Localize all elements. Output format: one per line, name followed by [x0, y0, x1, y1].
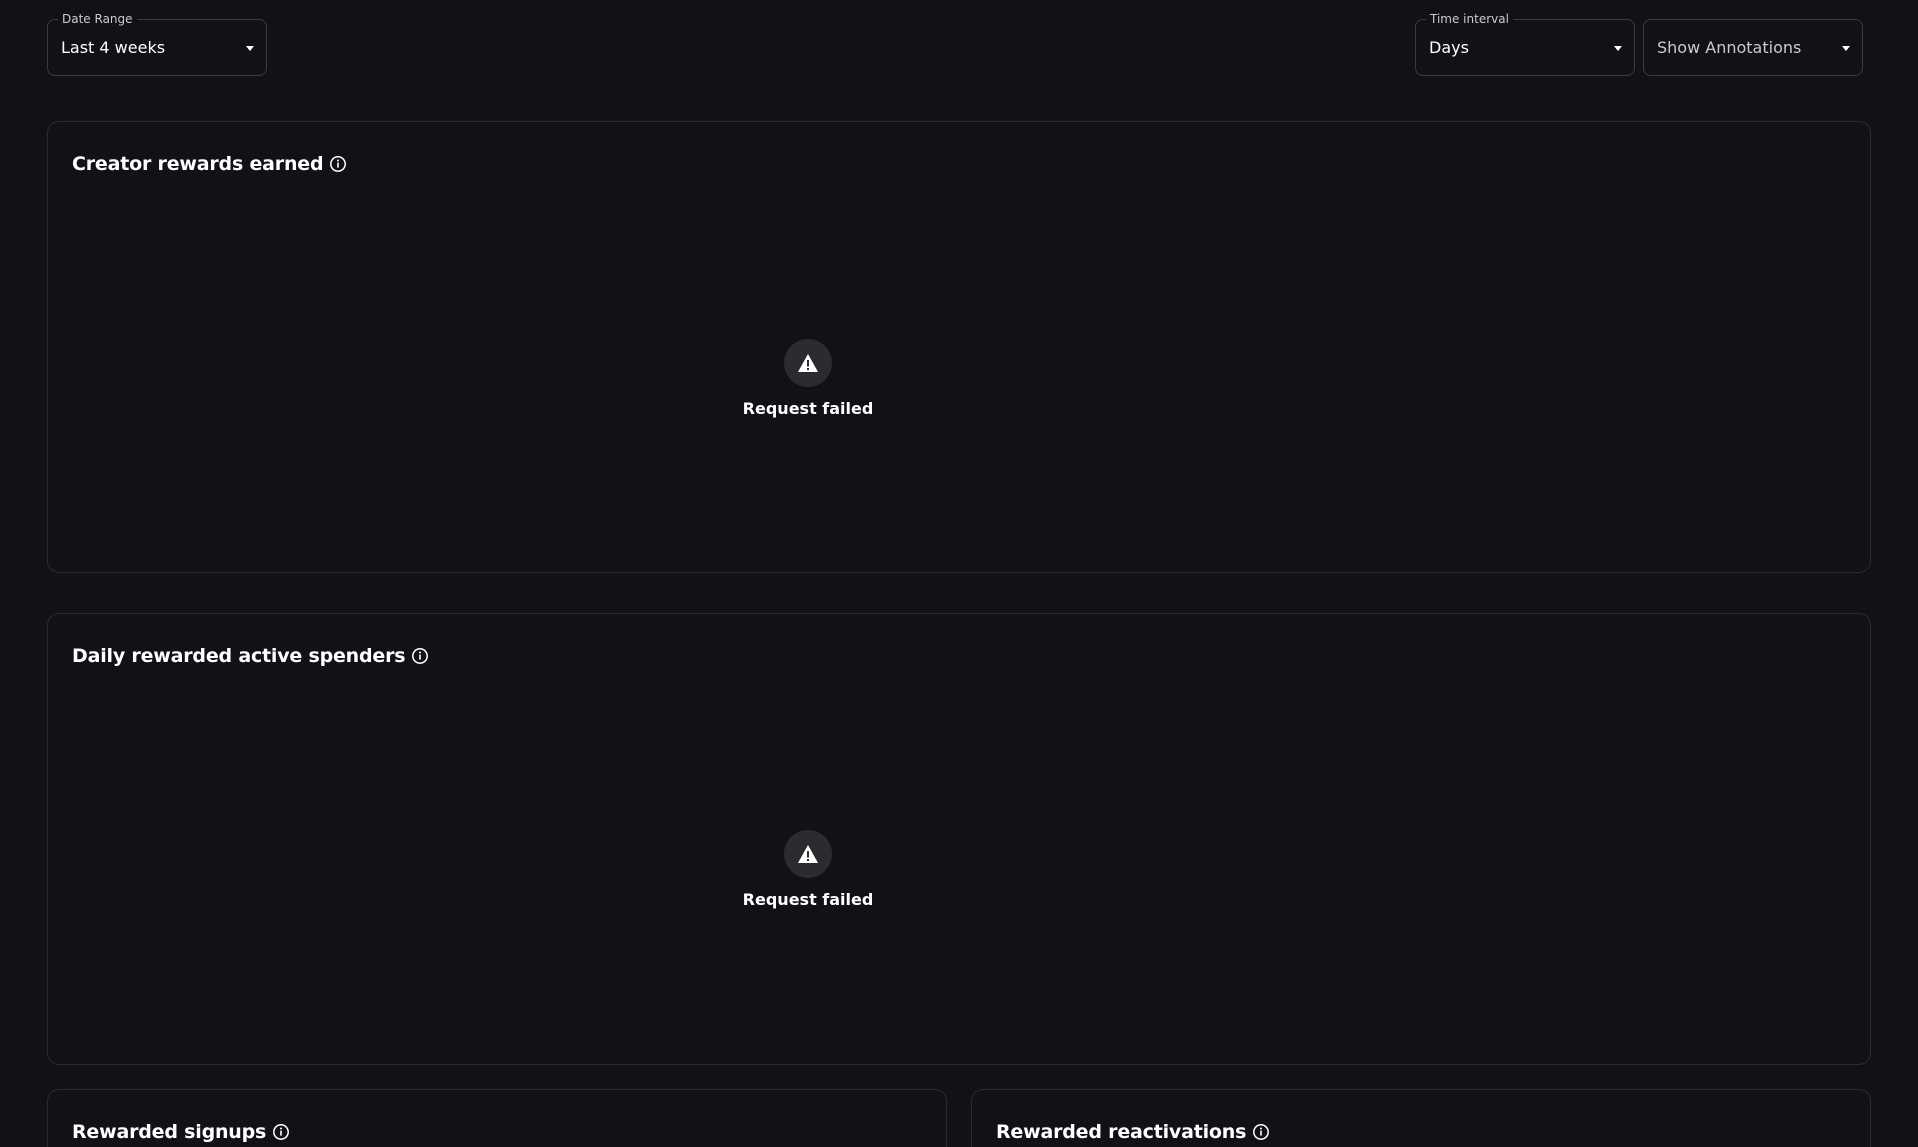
card-title-text: Rewarded signups [72, 1121, 267, 1143]
chevron-down-icon [1842, 46, 1850, 51]
card-title-text: Daily rewarded active spenders [72, 645, 406, 667]
daily-rewarded-active-spenders-card: Daily rewarded active spenders Request f… [47, 613, 1871, 1065]
error-badge [784, 830, 832, 878]
error-state: Request failed [708, 830, 908, 910]
card-title: Daily rewarded active spenders [72, 644, 429, 668]
info-icon[interactable] [1252, 1123, 1270, 1141]
date-range-value: Last 4 weeks [61, 38, 166, 57]
error-badge [784, 339, 832, 387]
rewarded-reactivations-card: Rewarded reactivations [971, 1089, 1871, 1147]
warning-triangle-icon [798, 845, 818, 863]
time-interval-value: Days [1429, 38, 1469, 57]
info-icon[interactable] [411, 647, 429, 665]
annotations-select[interactable]: Show Annotations [1643, 19, 1863, 76]
annotations-placeholder: Show Annotations [1657, 38, 1802, 57]
time-interval-label: Time interval [1426, 12, 1513, 27]
creator-rewards-card: Creator rewards earned Request failed [47, 121, 1871, 573]
error-state: Request failed [708, 339, 908, 419]
date-range-select[interactable]: Date Range Last 4 weeks [47, 12, 267, 76]
info-icon[interactable] [272, 1123, 290, 1141]
warning-triangle-icon [798, 354, 818, 372]
card-title: Rewarded reactivations [996, 1120, 1270, 1144]
chevron-down-icon [246, 46, 254, 51]
card-title-text: Rewarded reactivations [996, 1121, 1247, 1143]
info-icon[interactable] [329, 155, 347, 173]
rewarded-signups-card: Rewarded signups [47, 1089, 947, 1147]
time-interval-select[interactable]: Time interval Days [1415, 12, 1635, 76]
card-title: Rewarded signups [72, 1120, 290, 1144]
error-message: Request failed [742, 399, 874, 418]
chevron-down-icon [1614, 46, 1622, 51]
error-message: Request failed [742, 890, 874, 909]
card-title-text: Creator rewards earned [72, 153, 324, 175]
card-title: Creator rewards earned [72, 152, 347, 176]
date-range-label: Date Range [58, 12, 137, 27]
